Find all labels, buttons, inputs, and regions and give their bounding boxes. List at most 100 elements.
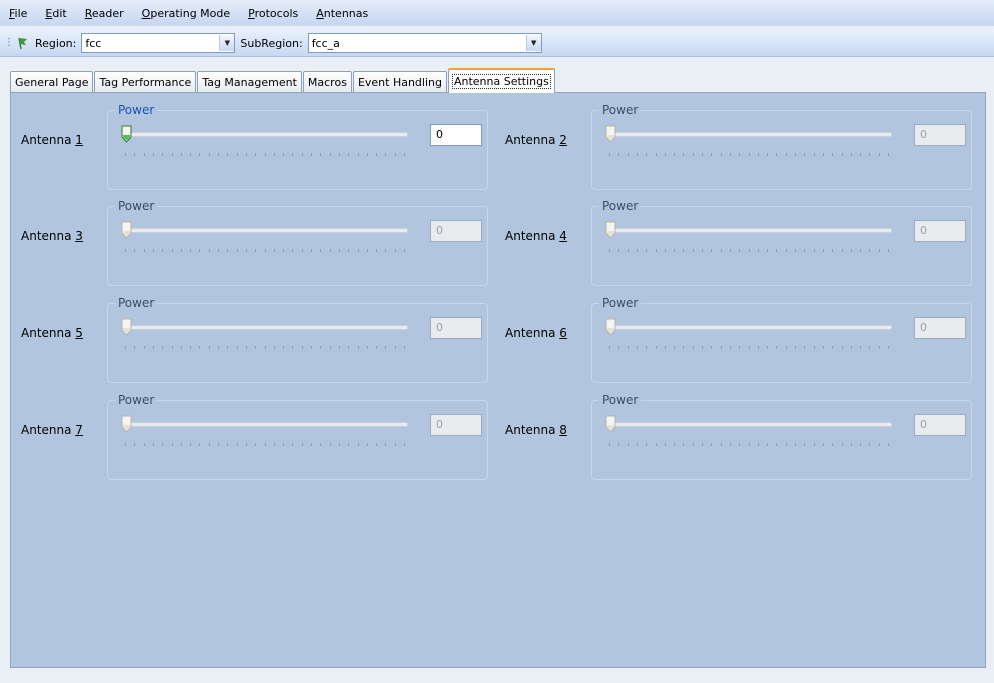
power-slider-ticks <box>125 249 405 253</box>
menu-file[interactable]: File <box>0 7 36 20</box>
slider-tick <box>190 443 192 446</box>
slider-tick <box>655 443 657 446</box>
slider-tick <box>636 443 638 446</box>
slider-tick <box>329 443 331 446</box>
slider-tick <box>841 153 843 156</box>
slider-tick <box>273 443 275 446</box>
slider-tick <box>674 249 676 252</box>
power-slider-track[interactable] <box>122 132 408 137</box>
slider-tick <box>329 249 331 252</box>
slider-tick <box>273 249 275 252</box>
antenna-4-power-group: Power 0 <box>591 199 972 286</box>
slider-tick <box>767 443 769 446</box>
slider-tick <box>218 443 219 446</box>
antenna-5-label: Antenna 5 <box>21 326 83 340</box>
menu-protocols[interactable]: Protocols <box>239 7 307 20</box>
slider-tick <box>609 249 610 252</box>
toolbar-grip-icon[interactable]: ⋮ <box>4 34 14 52</box>
tab-antenna-settings[interactable]: Antenna Settings <box>447 68 555 93</box>
region-select[interactable]: fcc ▼ <box>81 33 236 53</box>
slider-tick <box>236 153 238 156</box>
tab-general-page[interactable]: General Page <box>10 71 94 92</box>
slider-tick <box>199 249 201 252</box>
power-slider-track <box>122 422 408 427</box>
chevron-down-icon[interactable]: ▼ <box>525 35 541 51</box>
slider-tick <box>292 153 294 156</box>
tab-tag-performance[interactable]: Tag Performance <box>94 71 197 92</box>
antenna-1-label: Antenna 1 <box>21 133 83 147</box>
slider-tick <box>804 346 806 349</box>
subregion-select[interactable]: fcc_a ▼ <box>307 33 542 53</box>
slider-tick <box>860 249 862 252</box>
slider-tick <box>804 249 806 252</box>
slider-tick <box>655 346 657 349</box>
slider-tick <box>162 346 164 349</box>
slider-tick <box>385 443 387 446</box>
slider-tick <box>329 153 331 156</box>
tab-event-handling[interactable]: Event Handling <box>352 71 447 92</box>
antenna-3-power-group: Power 0 <box>107 199 488 286</box>
menu-operating-mode[interactable]: Operating Mode <box>133 7 239 20</box>
slider-tick <box>636 249 638 252</box>
menu-reader[interactable]: Reader <box>76 7 133 20</box>
slider-tick <box>134 153 136 156</box>
slider-tick <box>702 153 703 156</box>
chevron-down-icon[interactable]: ▼ <box>219 35 235 51</box>
slider-tick <box>757 443 759 446</box>
slider-tick <box>739 249 741 252</box>
slider-tick <box>208 443 210 446</box>
slider-tick <box>692 249 694 252</box>
slider-tick <box>227 443 229 446</box>
slider-tick <box>729 443 731 446</box>
slider-tick <box>255 443 257 446</box>
antenna-4-label: Antenna 4 <box>505 229 567 243</box>
slider-tick <box>338 443 340 446</box>
menu-edit[interactable]: Edit <box>36 7 75 20</box>
power-value-input: 0 <box>430 414 482 436</box>
power-value-input[interactable]: 0 <box>430 124 482 146</box>
slider-tick <box>850 346 852 349</box>
slider-tick <box>320 443 322 446</box>
slider-tick <box>227 346 229 349</box>
slider-tick <box>357 443 359 446</box>
slider-tick <box>776 249 778 252</box>
slider-tick <box>627 153 629 156</box>
power-slider-track <box>606 422 892 427</box>
tab-tag-management[interactable]: Tag Management <box>197 71 302 92</box>
slider-tick <box>348 346 350 349</box>
slider-tick <box>860 346 862 349</box>
menu-bar: File Edit Reader Operating Mode Protocol… <box>0 0 994 26</box>
slider-tick <box>674 153 676 156</box>
antenna-3-label: Antenna 3 <box>21 229 83 243</box>
slider-tick <box>366 443 368 446</box>
power-slider-track <box>606 228 892 233</box>
power-value-input: 0 <box>914 220 966 242</box>
region-value: fcc <box>85 36 102 50</box>
menu-antennas[interactable]: Antennas <box>307 7 377 20</box>
slider-tick <box>264 249 266 252</box>
slider-tick <box>404 443 405 446</box>
slider-tick <box>767 249 769 252</box>
power-slider-ticks <box>125 153 405 157</box>
slider-tick <box>888 249 889 252</box>
slider-tick <box>208 153 210 156</box>
power-group-title: Power <box>115 103 158 117</box>
power-group-title: Power <box>599 103 642 117</box>
slider-tick <box>850 443 852 446</box>
power-slider-ticks <box>609 249 889 253</box>
slider-tick <box>776 346 778 349</box>
slider-tick <box>888 153 889 156</box>
subregion-label: SubRegion: <box>240 36 303 50</box>
slider-tick <box>795 443 796 446</box>
power-slider-thumb[interactable] <box>121 125 132 143</box>
slider-tick <box>348 153 350 156</box>
antenna-2-power-group: Power 0 <box>591 103 972 190</box>
tab-macros[interactable]: Macros <box>302 71 352 92</box>
antenna-settings-panel: Antenna 1 Power 0 Antenna 2 Power 0 Antenna 3 P… <box>10 92 986 668</box>
slider-tick <box>264 443 266 446</box>
slider-tick <box>292 443 294 446</box>
slider-tick <box>376 346 378 349</box>
power-slider-ticks <box>125 443 405 447</box>
slider-tick <box>190 346 192 349</box>
tab-strip: General Page Tag Performance Tag Managem… <box>10 68 556 93</box>
